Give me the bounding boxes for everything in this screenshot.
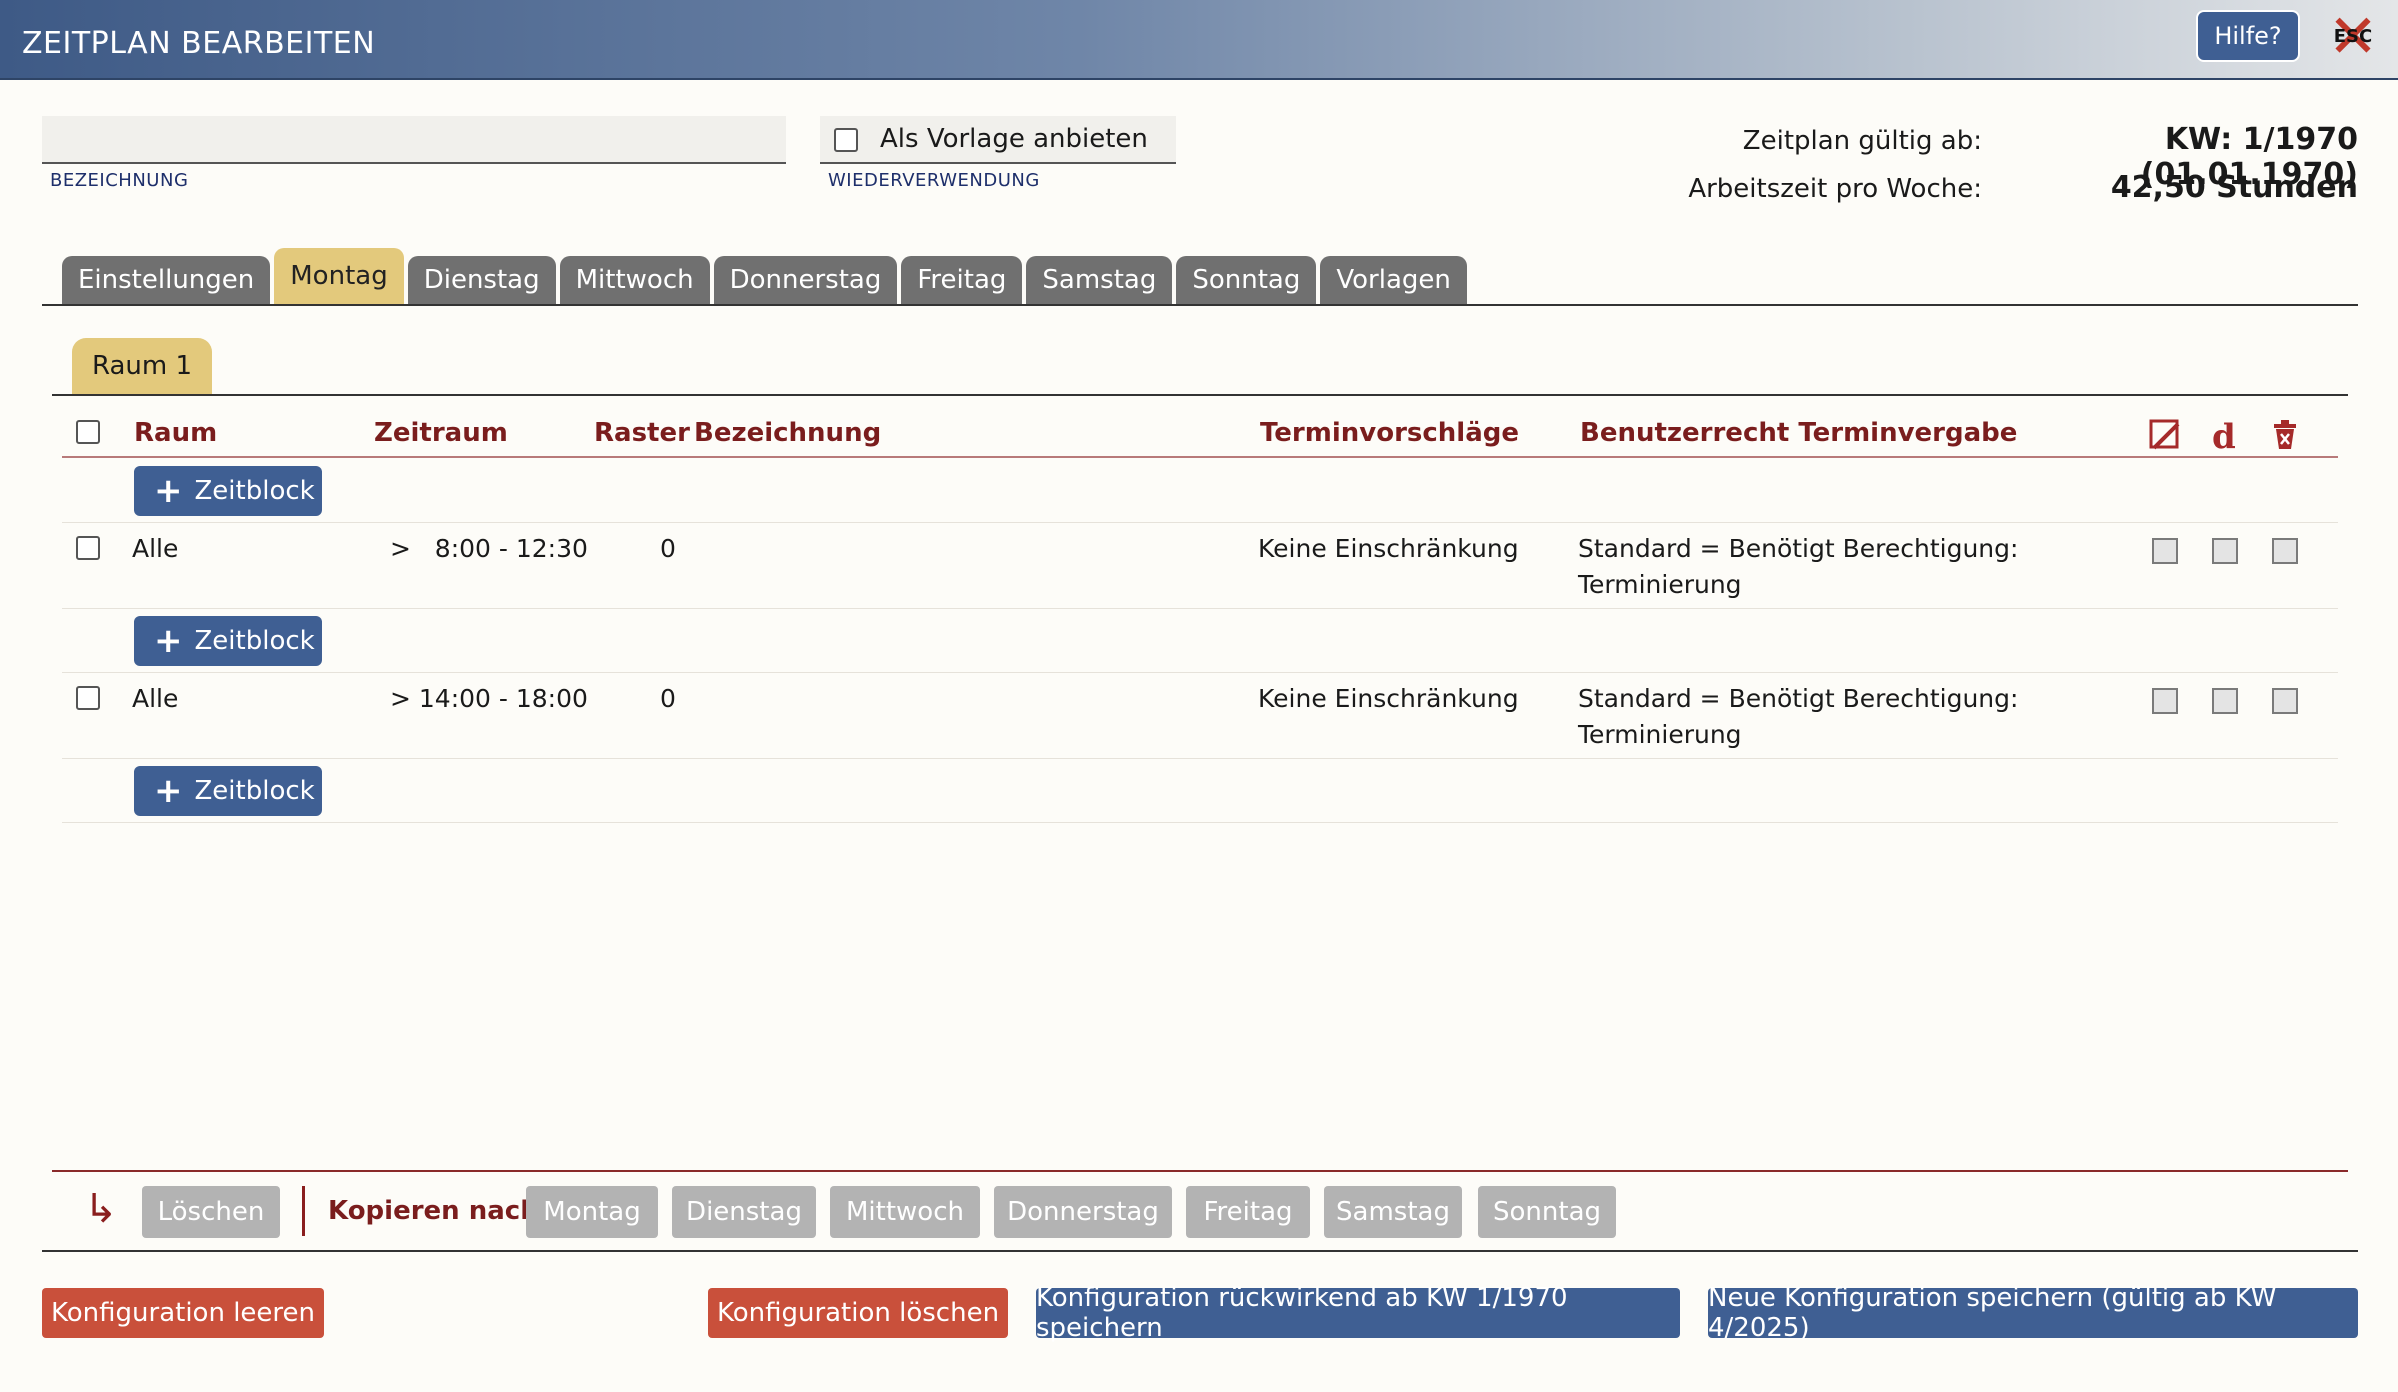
row-checkbox[interactable] [76,536,100,560]
tab-einstellungen[interactable]: Einstellungen [62,256,271,304]
col-terminvorschlaege: Terminvorschläge [1260,418,1519,448]
copy-sonntag-button[interactable]: Sonntag [1478,1186,1616,1238]
help-button[interactable]: Hilfe? [2196,10,2300,62]
tab-samstag[interactable]: Samstag [1026,256,1173,304]
footer-divider [42,1250,2358,1252]
table-header-divider [62,456,2338,458]
row-benutzerrecht-detail: Terminierung [1578,720,1742,749]
day-tabs: Einstellungen Montag Dienstag Mittwoch D… [62,248,1471,304]
tab-donnerstag[interactable]: Donnerstag [713,256,898,304]
plus-icon: + [154,621,183,661]
save-retro-button[interactable]: Konfiguration rückwirkend ab KW 1/1970 s… [1036,1283,1680,1343]
edit-icon [2149,419,2180,450]
d-icon: d [2212,418,2236,452]
wiederverwendung-label: WIEDERVERWENDUNG [828,170,1040,191]
row-raum: Alle [132,684,179,713]
col-benutzerrecht: Benutzerrecht Terminvergabe [1580,418,2018,448]
tabs-divider [42,304,2358,306]
valid-from-label: Zeitplan gültig ab: [1742,126,1982,156]
add-zeitblock-button[interactable]: + Zeitblock [134,466,322,516]
zeitblock-label: Zeitblock [194,776,315,806]
row-terminvorschlaege: Keine Einschränkung [1258,534,1519,563]
row-delete-checkbox[interactable] [2272,688,2298,714]
title-bar: ZEITPLAN BEARBEITEN Hilfe? ✕ ESC [0,0,2398,80]
delete-selected-button[interactable]: Löschen [142,1186,280,1238]
window-title: ZEITPLAN BEARBEITEN [22,26,376,61]
row-divider [62,522,2338,523]
plus-icon: + [154,471,183,511]
tab-sonntag[interactable]: Sonntag [1176,256,1317,304]
row-benutzerrecht-detail: Terminierung [1578,570,1742,599]
copy-mittwoch-button[interactable]: Mittwoch [830,1186,980,1238]
col-bezeichnung: Bezeichnung [694,418,882,448]
tab-dienstag[interactable]: Dienstag [407,256,556,304]
copy-to-label: Kopieren nach: [328,1196,550,1226]
vorlage-checkbox[interactable] [834,128,858,152]
delete-config-button[interactable]: Konfiguration löschen [708,1288,1008,1338]
row-benutzerrecht: Standard = Benötigt Berechtigung: [1578,684,2019,713]
row-divider [62,822,2338,823]
trash-icon [2274,420,2296,449]
vorlage-field[interactable]: Als Vorlage anbieten [820,116,1176,164]
col-raum: Raum [134,418,218,448]
row-divider [62,608,2338,609]
select-all-checkbox[interactable] [76,420,100,444]
row-divider [62,758,2338,759]
tab-vorlagen[interactable]: Vorlagen [1320,256,1467,304]
zeitblock-label: Zeitblock [194,626,315,656]
bottom-bar-divider [52,1170,2348,1172]
row-checkbox[interactable] [76,686,100,710]
add-zeitblock-button[interactable]: + Zeitblock [134,766,322,816]
row-zeitraum[interactable]: > 14:00 - 18:00 [390,684,588,713]
tab-freitag[interactable]: Freitag [901,256,1023,304]
row-zeitraum[interactable]: > 8:00 - 12:30 [390,534,588,563]
copy-donnerstag-button[interactable]: Donnerstag [994,1186,1172,1238]
plus-icon: + [154,771,183,811]
bezeichnung-label: BEZEICHNUNG [50,170,189,191]
row-divider [62,672,2338,673]
row-terminvorschlaege: Keine Einschränkung [1258,684,1519,713]
zeitblock-label: Zeitblock [194,476,315,506]
row-duplicate-checkbox[interactable] [2212,538,2238,564]
col-zeitraum: Zeitraum [374,418,508,448]
hours-value: 42,50 Stunden [2110,170,2358,205]
clear-config-button[interactable]: Konfiguration leeren [42,1288,324,1338]
row-raster: 0 [660,534,676,563]
subtab-raum-1[interactable]: Raum 1 [72,338,213,394]
save-new-config-button[interactable]: Neue Konfiguration speichern (gültig ab … [1708,1283,2358,1343]
vorlage-label: Als Vorlage anbieten [880,124,1148,154]
bottom-bar-separator [302,1186,305,1236]
copy-dienstag-button[interactable]: Dienstag [672,1186,816,1238]
close-button[interactable]: ✕ ESC [2326,7,2380,67]
row-benutzerrecht: Standard = Benötigt Berechtigung: [1578,534,2019,563]
row-duplicate-checkbox[interactable] [2212,688,2238,714]
row-edit-checkbox[interactable] [2152,538,2178,564]
copy-freitag-button[interactable]: Freitag [1186,1186,1310,1238]
col-raster: Raster [594,418,690,448]
row-raster: 0 [660,684,676,713]
esc-label: ESC [2333,26,2373,47]
row-raum: Alle [132,534,179,563]
subtab-divider [52,394,2348,396]
copy-samstag-button[interactable]: Samstag [1324,1186,1462,1238]
row-delete-checkbox[interactable] [2272,538,2298,564]
tab-montag[interactable]: Montag [274,248,404,304]
svg-text:d: d [2212,418,2236,452]
return-arrow-icon: ↳ [84,1186,118,1232]
hours-label: Arbeitszeit pro Woche: [1688,174,1982,204]
copy-montag-button[interactable]: Montag [526,1186,658,1238]
row-edit-checkbox[interactable] [2152,688,2178,714]
add-zeitblock-button[interactable]: + Zeitblock [134,616,322,666]
bezeichnung-input[interactable] [42,116,786,164]
tab-mittwoch[interactable]: Mittwoch [559,256,710,304]
